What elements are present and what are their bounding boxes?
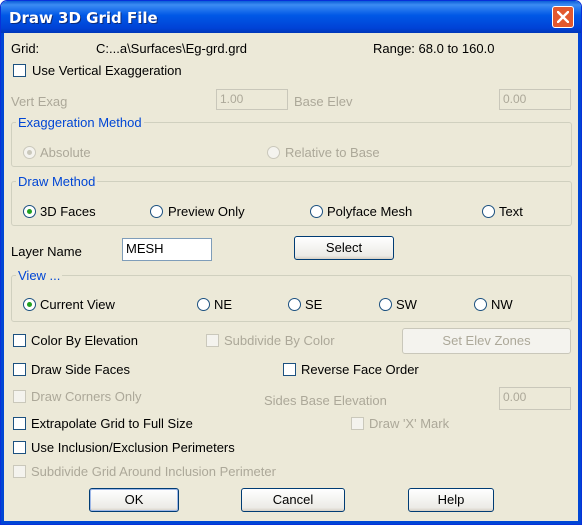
extrapolate-grid-label: Extrapolate Grid to Full Size [31, 416, 193, 431]
draw-method-legend: Draw Method [18, 174, 96, 189]
view-se-radio[interactable] [288, 298, 301, 311]
relative-to-base-radio[interactable] [267, 146, 280, 159]
view-sw-label: SW [396, 297, 417, 312]
draw-corners-only-checkbox[interactable] [13, 390, 26, 403]
subdivide-by-color-checkbox[interactable] [206, 334, 219, 347]
draw-method-polyface-mesh-radio[interactable] [310, 205, 323, 218]
subdivide-by-color-label: Subdivide By Color [224, 333, 335, 348]
draw-x-mark-checkbox[interactable] [351, 417, 364, 430]
draw-side-faces-checkbox[interactable] [13, 363, 26, 376]
view-sw-radio[interactable] [379, 298, 392, 311]
draw-corners-only-label: Draw Corners Only [31, 389, 142, 404]
use-perimeters-checkbox[interactable] [13, 441, 26, 454]
draw-method-text-label: Text [499, 204, 523, 219]
cancel-button[interactable]: Cancel [241, 488, 345, 512]
view-current-view-radio[interactable] [23, 298, 36, 311]
help-button[interactable]: Help [408, 488, 494, 512]
draw-method-3d-faces-label: 3D Faces [40, 204, 96, 219]
set-elev-zones-button[interactable]: Set Elev Zones [402, 328, 571, 354]
color-by-elevation-label: Color By Elevation [31, 333, 138, 348]
view-legend: View ... [18, 268, 61, 283]
grid-range: Range: 68.0 to 160.0 [373, 41, 495, 56]
relative-to-base-label: Relative to Base [285, 145, 380, 160]
draw-method-preview-only-radio[interactable] [150, 205, 163, 218]
view-group: View ... [11, 268, 572, 322]
draw-x-mark-label: Draw 'X' Mark [369, 416, 450, 431]
select-layer-button[interactable]: Select [294, 236, 394, 260]
dialog-window: Draw 3D Grid File Grid: C:...a\Surfaces\… [0, 0, 582, 525]
window-title: Draw 3D Grid File [9, 9, 158, 27]
grid-label: Grid: [11, 41, 40, 56]
view-ne-radio[interactable] [197, 298, 210, 311]
color-by-elevation-checkbox[interactable] [13, 334, 26, 347]
reverse-face-order-label: Reverse Face Order [301, 362, 419, 377]
draw-method-preview-only-label: Preview Only [168, 204, 245, 219]
draw-method-3d-faces-radio[interactable] [23, 205, 36, 218]
reverse-face-order-checkbox[interactable] [283, 363, 296, 376]
view-current-view-label: Current View [40, 297, 115, 312]
bottom-border [1, 521, 581, 524]
right-border [578, 33, 581, 524]
ok-button[interactable]: OK [89, 488, 179, 512]
base-elev-label: Base Elev [294, 94, 353, 109]
view-se-label: SE [305, 297, 323, 312]
sides-base-elevation-field[interactable]: 0.00 [499, 387, 571, 410]
absolute-label: Absolute [40, 145, 91, 160]
absolute-radio[interactable] [23, 146, 36, 159]
draw-method-text-radio[interactable] [482, 205, 495, 218]
close-icon [557, 11, 569, 23]
use-perimeters-label: Use Inclusion/Exclusion Perimeters [31, 440, 235, 455]
left-border [1, 33, 4, 524]
draw-side-faces-label: Draw Side Faces [31, 362, 130, 377]
use-vertical-exaggeration-label: Use Vertical Exaggeration [32, 63, 182, 78]
exaggeration-method-legend: Exaggeration Method [18, 115, 142, 130]
title-bar[interactable]: Draw 3D Grid File [1, 1, 581, 33]
sides-base-elevation-label: Sides Base Elevation [264, 393, 387, 408]
layer-name-label: Layer Name [11, 244, 82, 259]
view-ne-label: NE [214, 297, 233, 312]
grid-path: C:...a\Surfaces\Eg-grd.grd [96, 41, 248, 56]
vert-exag-field[interactable]: 1.00 [216, 89, 288, 110]
view-nw-label: NW [491, 297, 513, 312]
subdivide-around-perimeter-label: Subdivide Grid Around Inclusion Perimete… [31, 464, 276, 479]
layer-name-field[interactable]: MESH [122, 238, 212, 261]
close-button[interactable] [552, 6, 574, 28]
view-nw-radio[interactable] [474, 298, 487, 311]
base-elev-field[interactable]: 0.00 [499, 89, 571, 110]
vert-exag-label: Vert Exag [11, 94, 68, 109]
draw-method-polyface-mesh-label: Polyface Mesh [327, 204, 413, 219]
extrapolate-grid-checkbox[interactable] [13, 417, 26, 430]
use-vertical-exaggeration-checkbox[interactable] [13, 64, 26, 77]
subdivide-around-perimeter-checkbox[interactable] [13, 465, 26, 478]
